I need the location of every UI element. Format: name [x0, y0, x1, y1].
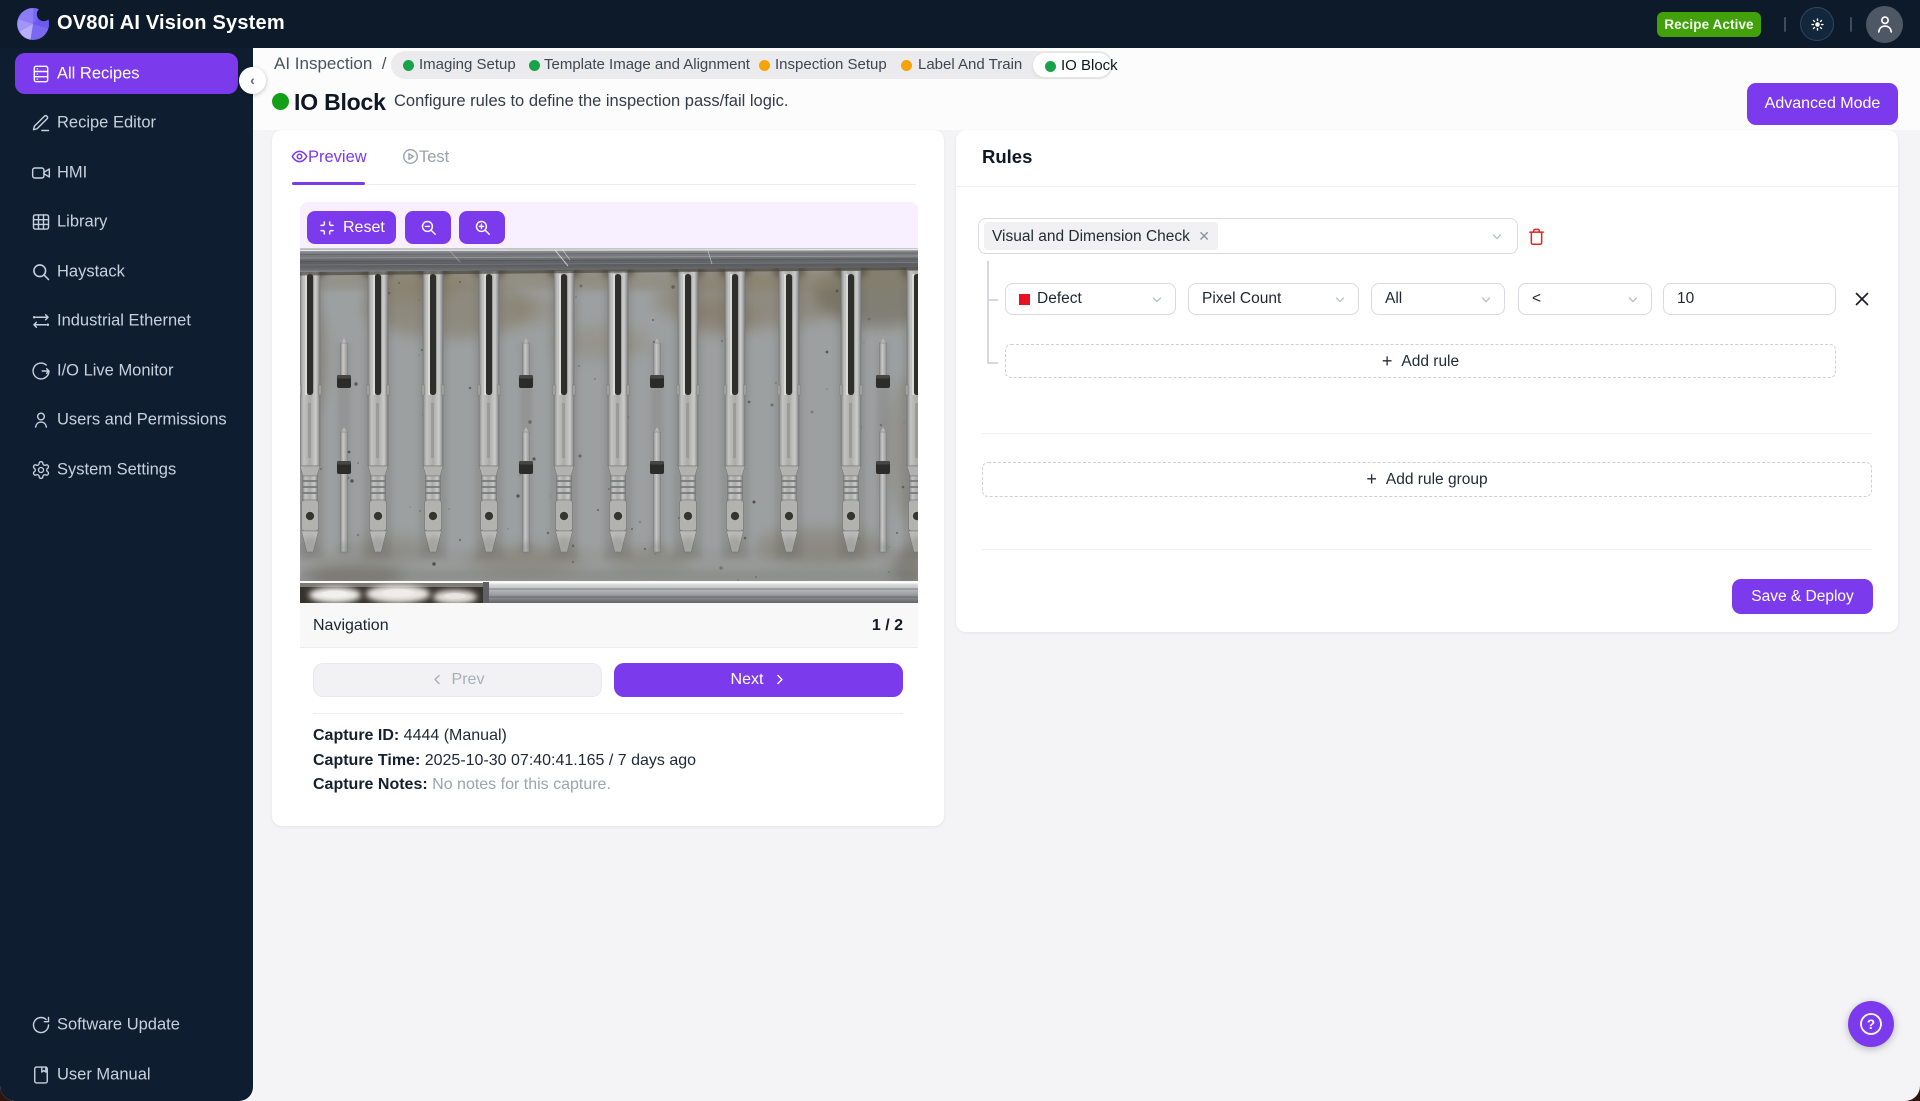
svg-text:?: ?: [1867, 1017, 1875, 1032]
